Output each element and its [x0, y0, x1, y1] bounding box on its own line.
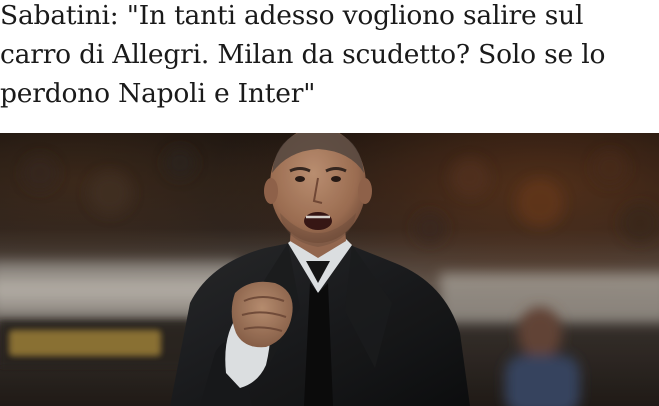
article-page: Sabatini: "In tanti adesso vogliono sali…: [0, 0, 659, 406]
headline-line-3: perdono Napoli e Inter": [0, 78, 316, 109]
headline-line-2: carro di Allegri. Milan da scudetto? Sol…: [0, 39, 606, 70]
headline-line-1: Sabatini: "In tanti adesso vogliono sali…: [0, 0, 584, 31]
article-photo: [0, 133, 659, 406]
article-headline: Sabatini: "In tanti adesso vogliono sali…: [0, 0, 659, 113]
coach-gesturing-photo: [0, 133, 659, 406]
